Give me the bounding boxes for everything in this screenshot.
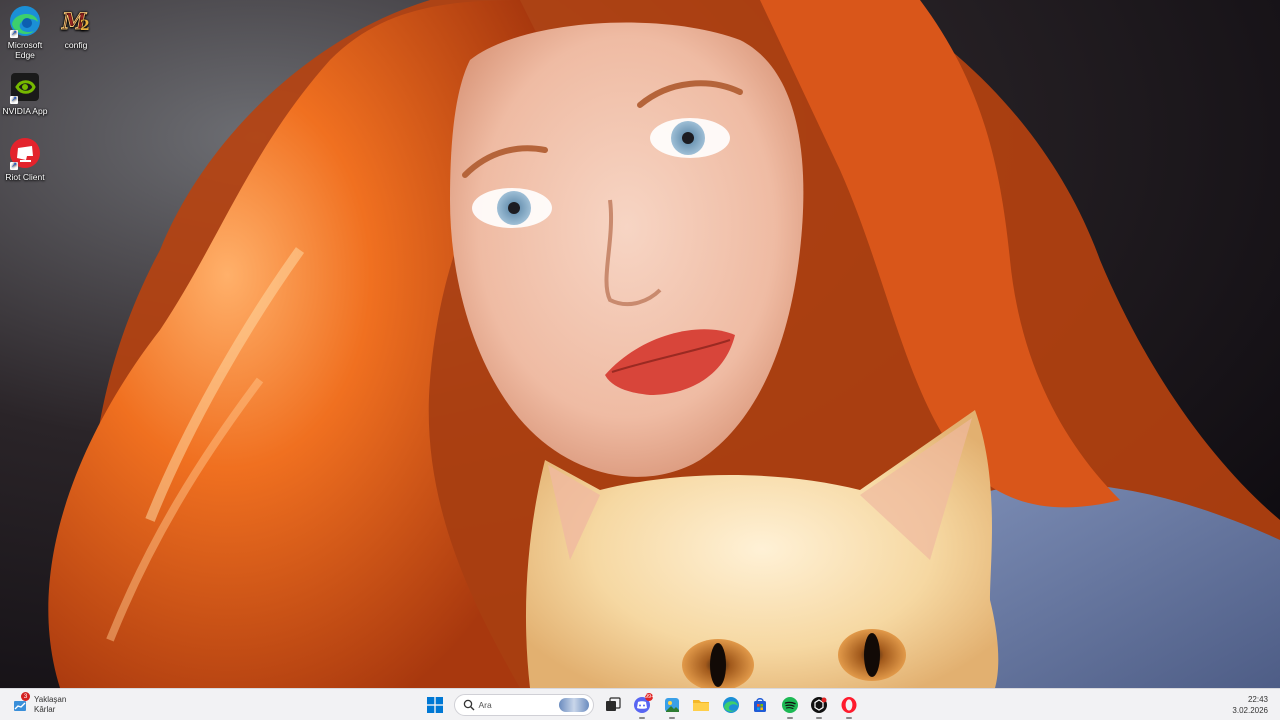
widget-subtitle: Kârlar bbox=[34, 705, 56, 714]
taskbar-microsoft-store[interactable] bbox=[747, 692, 773, 718]
search-icon bbox=[463, 699, 474, 711]
running-indicator bbox=[668, 717, 675, 719]
desktop-icon-config[interactable]: M 2 config bbox=[51, 4, 101, 50]
photos-icon bbox=[664, 698, 679, 712]
desktop-icon-label: config bbox=[64, 40, 88, 50]
taskbar-photos[interactable] bbox=[659, 692, 685, 719]
taskbar-discord[interactable]: 99+ bbox=[629, 692, 655, 719]
taskbar-edge[interactable] bbox=[718, 692, 744, 718]
start-button[interactable] bbox=[422, 692, 448, 718]
riot-client-icon: ↗ bbox=[8, 136, 42, 170]
folder-icon bbox=[693, 700, 709, 711]
search-highlight-image bbox=[558, 698, 589, 712]
running-indicator bbox=[639, 717, 645, 719]
task-view-icon bbox=[605, 697, 621, 711]
windows-icon bbox=[427, 697, 443, 713]
running-indicator bbox=[845, 717, 852, 719]
opera-icon bbox=[841, 697, 856, 713]
desktop-icon-nvidia-app[interactable]: ↗ NVIDIA App bbox=[0, 70, 50, 116]
taskbar-chatgpt[interactable] bbox=[806, 692, 832, 719]
task-view-button[interactable] bbox=[600, 692, 626, 718]
taskbar-opera[interactable] bbox=[836, 692, 862, 719]
taskbar-center: Ara 99+ bbox=[422, 692, 865, 719]
widget-title: Yaklaşan bbox=[34, 695, 67, 704]
spotify-icon bbox=[781, 697, 798, 713]
desktop-icon-label: Riot Client bbox=[5, 172, 45, 182]
discord-notification-badge: 99+ bbox=[645, 693, 655, 701]
desktop-icon-label: Microsoft Edge bbox=[7, 40, 43, 60]
desktop-icon-edge[interactable]: ↗ Microsoft Edge bbox=[0, 4, 50, 60]
search-placeholder: Ara bbox=[478, 700, 492, 710]
desktop-wallpaper bbox=[0, 0, 1280, 688]
nvidia-icon: ↗ bbox=[8, 70, 42, 104]
system-clock[interactable]: 22:43 3.02.2026 bbox=[1232, 694, 1268, 716]
edge-icon bbox=[722, 697, 739, 713]
svg-text:2: 2 bbox=[80, 18, 90, 34]
taskbar-file-explorer[interactable] bbox=[688, 692, 714, 718]
desktop-icon-riot-client[interactable]: ↗ Riot Client bbox=[0, 136, 50, 182]
desktop-icon-label: NVIDIA App bbox=[2, 106, 48, 116]
metin2-icon: M 2 bbox=[59, 4, 93, 38]
store-icon bbox=[754, 698, 766, 712]
chatgpt-icon bbox=[811, 697, 827, 713]
stocks-widget-icon: 3 bbox=[12, 692, 30, 713]
weather-widget[interactable]: 3 Yaklaşan Kârlar bbox=[12, 692, 66, 718]
edge-icon: ↗ bbox=[8, 4, 42, 38]
running-indicator bbox=[816, 717, 822, 719]
taskbar: 3 Yaklaşan Kârlar Ara 99+ 22:43 3.02.202… bbox=[0, 688, 1280, 720]
clock-date: 3.02.2026 bbox=[1232, 706, 1268, 715]
clock-time: 22:43 bbox=[1247, 695, 1268, 704]
search-box[interactable]: Ara bbox=[453, 694, 594, 716]
running-indicator bbox=[786, 717, 793, 719]
taskbar-spotify[interactable] bbox=[777, 692, 803, 719]
widget-badge: 3 bbox=[21, 692, 30, 701]
